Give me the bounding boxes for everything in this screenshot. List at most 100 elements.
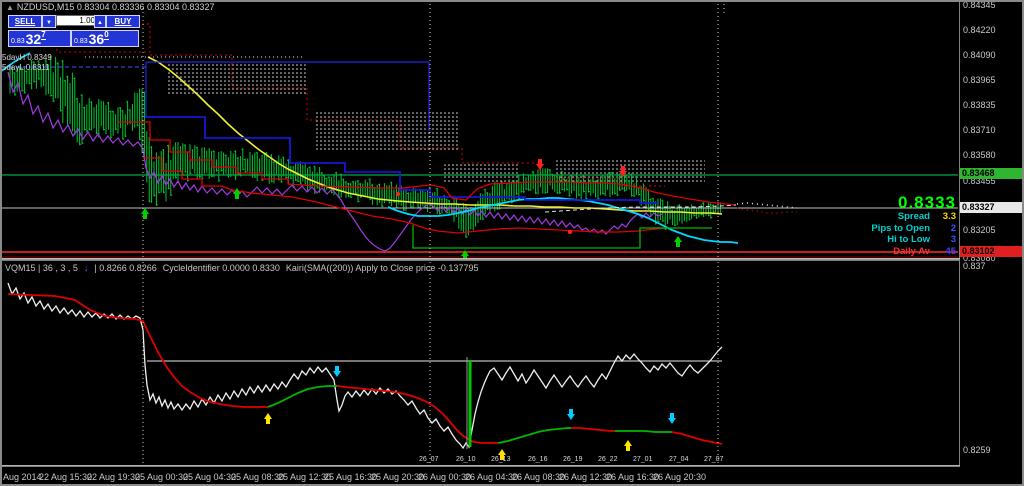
vq-time-label: 27_07 [704, 456, 723, 463]
time-axis-label: 26 Aug 16:30 [606, 472, 659, 482]
vq-time-label: 26_22 [598, 456, 617, 463]
five-day-high-label: 5dayH 0.8349 [2, 53, 52, 62]
price-marker-current: 0.83327 [960, 202, 1022, 213]
volume-input[interactable] [56, 15, 98, 26]
dotted-cloud-region [443, 162, 519, 182]
panel-separator[interactable] [0, 258, 1024, 261]
time-axis-label: 25 Aug 20:30 [371, 472, 424, 482]
chevron-up-icon: ▲ [97, 20, 103, 26]
down-arrow-icon [333, 366, 341, 377]
vq-time-label: 26_07 [419, 456, 438, 463]
buy-price-box[interactable]: 0.83 36 0 [71, 30, 139, 47]
info-row-value: 2 [934, 223, 956, 235]
green-support-step [413, 225, 712, 248]
info-row-label: Pips to Open [871, 223, 930, 234]
time-axis-label: 25 Aug 08:30 [231, 472, 284, 482]
chart-window: ▲NZDUSD,M15 0.83304 0.83336 0.83304 0.83… [0, 0, 1024, 486]
market-info-rows: Spread3.3Pips to Open2Hi to Low3Daily Av… [700, 211, 956, 257]
time-axis-label: 26 Aug 04:30 [465, 472, 518, 482]
sell-price-prefix: 0.83 [11, 37, 25, 46]
price-axis-label: 0.84345 [963, 0, 996, 10]
current-price-display: 0.8333 [700, 194, 956, 211]
arrow-down-icon: ↓ [84, 263, 89, 273]
up-arrow-icon [264, 413, 272, 424]
time-axis-label: 26 Aug 00:30 [418, 472, 471, 482]
dotted-cloud-region [316, 112, 460, 152]
time-axis-label: 22 Aug 2014 [0, 472, 42, 482]
sell-price-main: 32 [26, 32, 42, 46]
info-row-value: 3.3 [934, 211, 956, 223]
info-row-value: 3 [934, 234, 956, 246]
price-axis-label: 0.83580 [963, 150, 996, 160]
down-arrow-icon [668, 413, 676, 424]
symbol-header: ▲NZDUSD,M15 0.83304 0.83336 0.83304 0.83… [6, 2, 215, 12]
info-row: Pips to Open 2 [700, 223, 956, 235]
sell-price-pip: 7 [41, 31, 45, 40]
time-axis-label: 25 Aug 00:30 [135, 472, 188, 482]
up-arrow-icon [233, 188, 241, 199]
time-axis-label: 26 Aug 08:30 [512, 472, 565, 482]
chevron-down-icon: ▼ [46, 20, 52, 26]
vq-ma-green-3 [615, 431, 672, 432]
kairi-indicator-label: Kairi(SMA((200)) Apply to Close price -0… [286, 263, 479, 273]
time-axis-label: 26 Aug 12:30 [559, 472, 612, 482]
vq-time-label: 27_04 [669, 456, 688, 463]
info-row-label: Daily Av [893, 246, 930, 257]
cycle-identifier-label: CycleIdentifier 0.0000 0.8330 [163, 263, 280, 273]
vq-time-label: 27_01 [633, 456, 652, 463]
price-marker-green: 0.83468 [960, 168, 1022, 179]
time-axis-label: 25 Aug 16:30 [324, 472, 377, 482]
price-axis-label: 0.837 [963, 261, 986, 271]
volume-dropdown-button[interactable]: ▼ [42, 15, 56, 28]
five-day-low-label: 5dayL 0.8311 [2, 63, 50, 72]
time-axis-label: 22 Aug 19:30 [87, 472, 140, 482]
indicator-header: VQM15 | 36 , 3 , 5 ↓ | 0.8266 0.8266 CycleI… [5, 263, 484, 273]
price-axis-label: 0.83205 [963, 225, 996, 235]
up-arrow-icon [674, 236, 682, 247]
buy-price-pip: 0 [104, 31, 108, 40]
volume-up-button[interactable]: ▲ [94, 15, 106, 28]
down-arrow-icon [567, 409, 575, 420]
time-axis-label: 25 Aug 04:30 [183, 472, 236, 482]
vq-time-label: 26_10 [456, 456, 475, 463]
time-axis-label: 26 Aug 20:30 [653, 472, 706, 482]
vq-white-line [8, 283, 722, 448]
vq-time-label: 26_19 [563, 456, 582, 463]
signal-dot [396, 192, 400, 196]
buy-price-prefix: 0.83 [74, 37, 88, 46]
time-axis-label: 22 Aug 15:30 [39, 472, 92, 482]
buy-price-main: 36 [89, 32, 105, 46]
market-info-panel: 0.8333 Spread 3.3 Pips to Open 2 Hi to Low 3D… [700, 194, 956, 257]
info-row: Spread 3.3 [700, 211, 956, 223]
price-axis[interactable]: 0.84345 0.84220 0.84090 0.83965 0.83835 0.837… [960, 0, 1024, 486]
vq-time-label: 26_13 [491, 456, 510, 463]
trade-panel: SELL ▼ ▲ BUY 0.83 32 7 0.83 36 0 [8, 13, 140, 47]
price-axis-label: 0.84220 [963, 25, 996, 35]
info-row-label: Hi to Low [887, 234, 930, 245]
info-row: Hi to Low 3 [700, 234, 956, 246]
info-row: Daily Av 45 [700, 246, 956, 258]
symbol-ohlc-text: NZDUSD,M15 0.83304 0.83336 0.83304 0.833… [17, 2, 215, 12]
buy-button[interactable]: BUY [106, 15, 140, 28]
sell-button[interactable]: SELL [8, 15, 42, 28]
dotted-cloud-region [168, 64, 308, 94]
vq-ma-red-1 [8, 294, 268, 407]
info-row-value: 45 [934, 246, 956, 258]
price-axis-label: 0.83965 [963, 75, 996, 85]
vq-ma-red-3 [571, 428, 615, 431]
vq-ma-red-4 [672, 432, 722, 444]
vq-ma-green-2 [498, 428, 571, 443]
price-axis-label: 0.84090 [963, 50, 996, 60]
up-arrow-icon [141, 208, 149, 219]
price-axis-label: 0.83835 [963, 100, 996, 110]
vq-indicator-label: VQM15 | 36 , 3 , 5 [5, 263, 78, 273]
symbol-icon: ▲ [6, 3, 14, 12]
sell-price-box[interactable]: 0.83 32 7 [8, 30, 71, 47]
info-row-label: Spread [898, 211, 930, 222]
vq-indicator-values: | 0.8266 0.8266 [94, 263, 156, 273]
price-axis-label: 0.8259 [963, 445, 991, 455]
time-axis[interactable]: 22 Aug 201422 Aug 15:3022 Aug 19:3025 Au… [0, 467, 1024, 484]
price-marker-red: 0.83102 [960, 246, 1022, 257]
up-arrow-icon [624, 440, 632, 451]
vq-time-label: 26_16 [528, 456, 547, 463]
